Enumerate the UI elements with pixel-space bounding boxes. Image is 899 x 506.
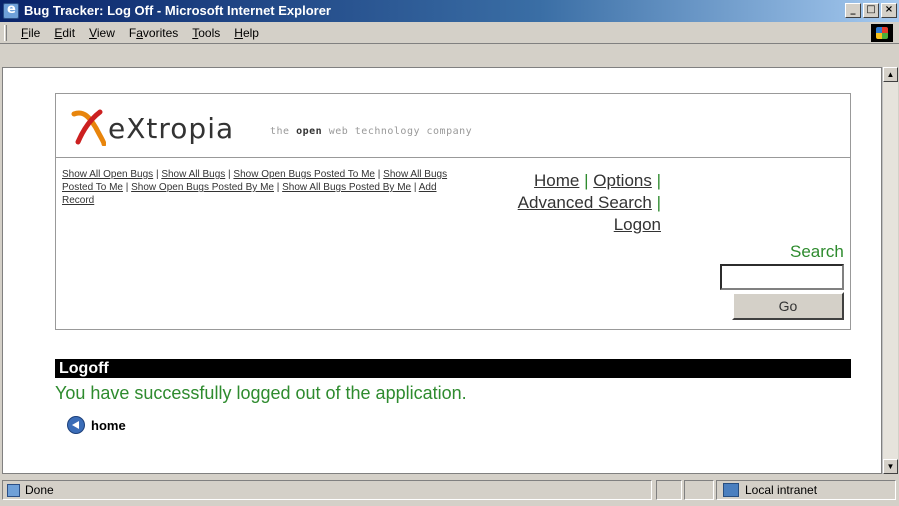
- zone-text: Local intranet: [745, 483, 818, 497]
- windows-logo-icon: [871, 24, 893, 42]
- ie-icon: [3, 2, 19, 19]
- status-cell-security: [684, 480, 714, 500]
- logo-wordmark: eXtropia: [108, 112, 235, 145]
- search-input[interactable]: [720, 264, 844, 290]
- nav-logon[interactable]: Logon: [614, 215, 661, 234]
- logo-row: eXtropia the open web technology company: [56, 94, 850, 158]
- scroll-down-icon[interactable]: ▼: [883, 459, 898, 474]
- intranet-icon: [723, 483, 739, 497]
- logo-tagline: the open web technology company: [270, 126, 473, 137]
- browser-window: Bug Tracker: Log Off - Microsoft Interne…: [0, 0, 899, 506]
- status-text-cell: Done: [2, 480, 652, 500]
- menu-help[interactable]: Help: [227, 26, 266, 40]
- link-show-all-bugs-posted-by-me[interactable]: Show All Bugs Posted By Me: [282, 182, 411, 193]
- search-label: Search: [790, 242, 844, 261]
- back-arrow-icon: [67, 416, 85, 434]
- menu-bar: File Edit View Favorites Tools Help: [0, 22, 899, 44]
- minimize-button[interactable]: _: [845, 3, 861, 18]
- home-link-label: home: [91, 417, 126, 433]
- header-box: eXtropia the open web technology company…: [55, 93, 851, 330]
- home-link[interactable]: home: [67, 416, 126, 434]
- nav-options[interactable]: Options: [593, 171, 652, 190]
- menu-edit[interactable]: Edit: [47, 26, 82, 40]
- menu-file[interactable]: File: [14, 26, 47, 40]
- title-bar: Bug Tracker: Log Off - Microsoft Interne…: [0, 0, 899, 22]
- menu-grip: [4, 25, 7, 41]
- logoff-message: You have successfully logged out of the …: [55, 383, 467, 403]
- status-text: Done: [25, 483, 54, 497]
- menu-items: File Edit View Favorites Tools Help: [14, 26, 266, 40]
- link-show-open-bugs-posted-to-me[interactable]: Show Open Bugs Posted To Me: [233, 169, 375, 180]
- close-button[interactable]: ×: [881, 3, 897, 18]
- status-bar: Done Local intranet: [0, 477, 899, 506]
- status-cell-progress: [656, 480, 682, 500]
- zone-cell: Local intranet: [716, 480, 896, 500]
- menu-favorites[interactable]: Favorites: [122, 26, 185, 40]
- link-show-all-bugs[interactable]: Show All Bugs: [161, 169, 225, 180]
- nav-home[interactable]: Home: [534, 171, 579, 190]
- go-button[interactable]: Go: [732, 292, 844, 320]
- extropia-logo-icon: [71, 109, 106, 146]
- section-title: Logoff: [55, 359, 851, 378]
- main-nav: Home | Options | Advanced Search | Logon: [517, 171, 661, 234]
- vertical-scrollbar[interactable]: ▲ ▼: [882, 67, 898, 474]
- scroll-up-icon[interactable]: ▲: [883, 67, 898, 82]
- nav-advanced-search[interactable]: Advanced Search: [518, 193, 652, 212]
- menu-view[interactable]: View: [82, 26, 122, 40]
- link-show-open-bugs-posted-by-me[interactable]: Show Open Bugs Posted By Me: [131, 182, 274, 193]
- link-show-all-open-bugs[interactable]: Show All Open Bugs: [62, 169, 153, 180]
- window-controls: _ □ ×: [845, 3, 897, 18]
- window-title: Bug Tracker: Log Off - Microsoft Interne…: [24, 3, 331, 18]
- page-viewport: eXtropia the open web technology company…: [2, 67, 882, 474]
- quick-links: Show All Open Bugs | Show All Bugs | Sho…: [62, 169, 448, 206]
- maximize-button[interactable]: □: [863, 3, 879, 18]
- page-icon: [7, 484, 20, 497]
- menu-tools[interactable]: Tools: [185, 26, 227, 40]
